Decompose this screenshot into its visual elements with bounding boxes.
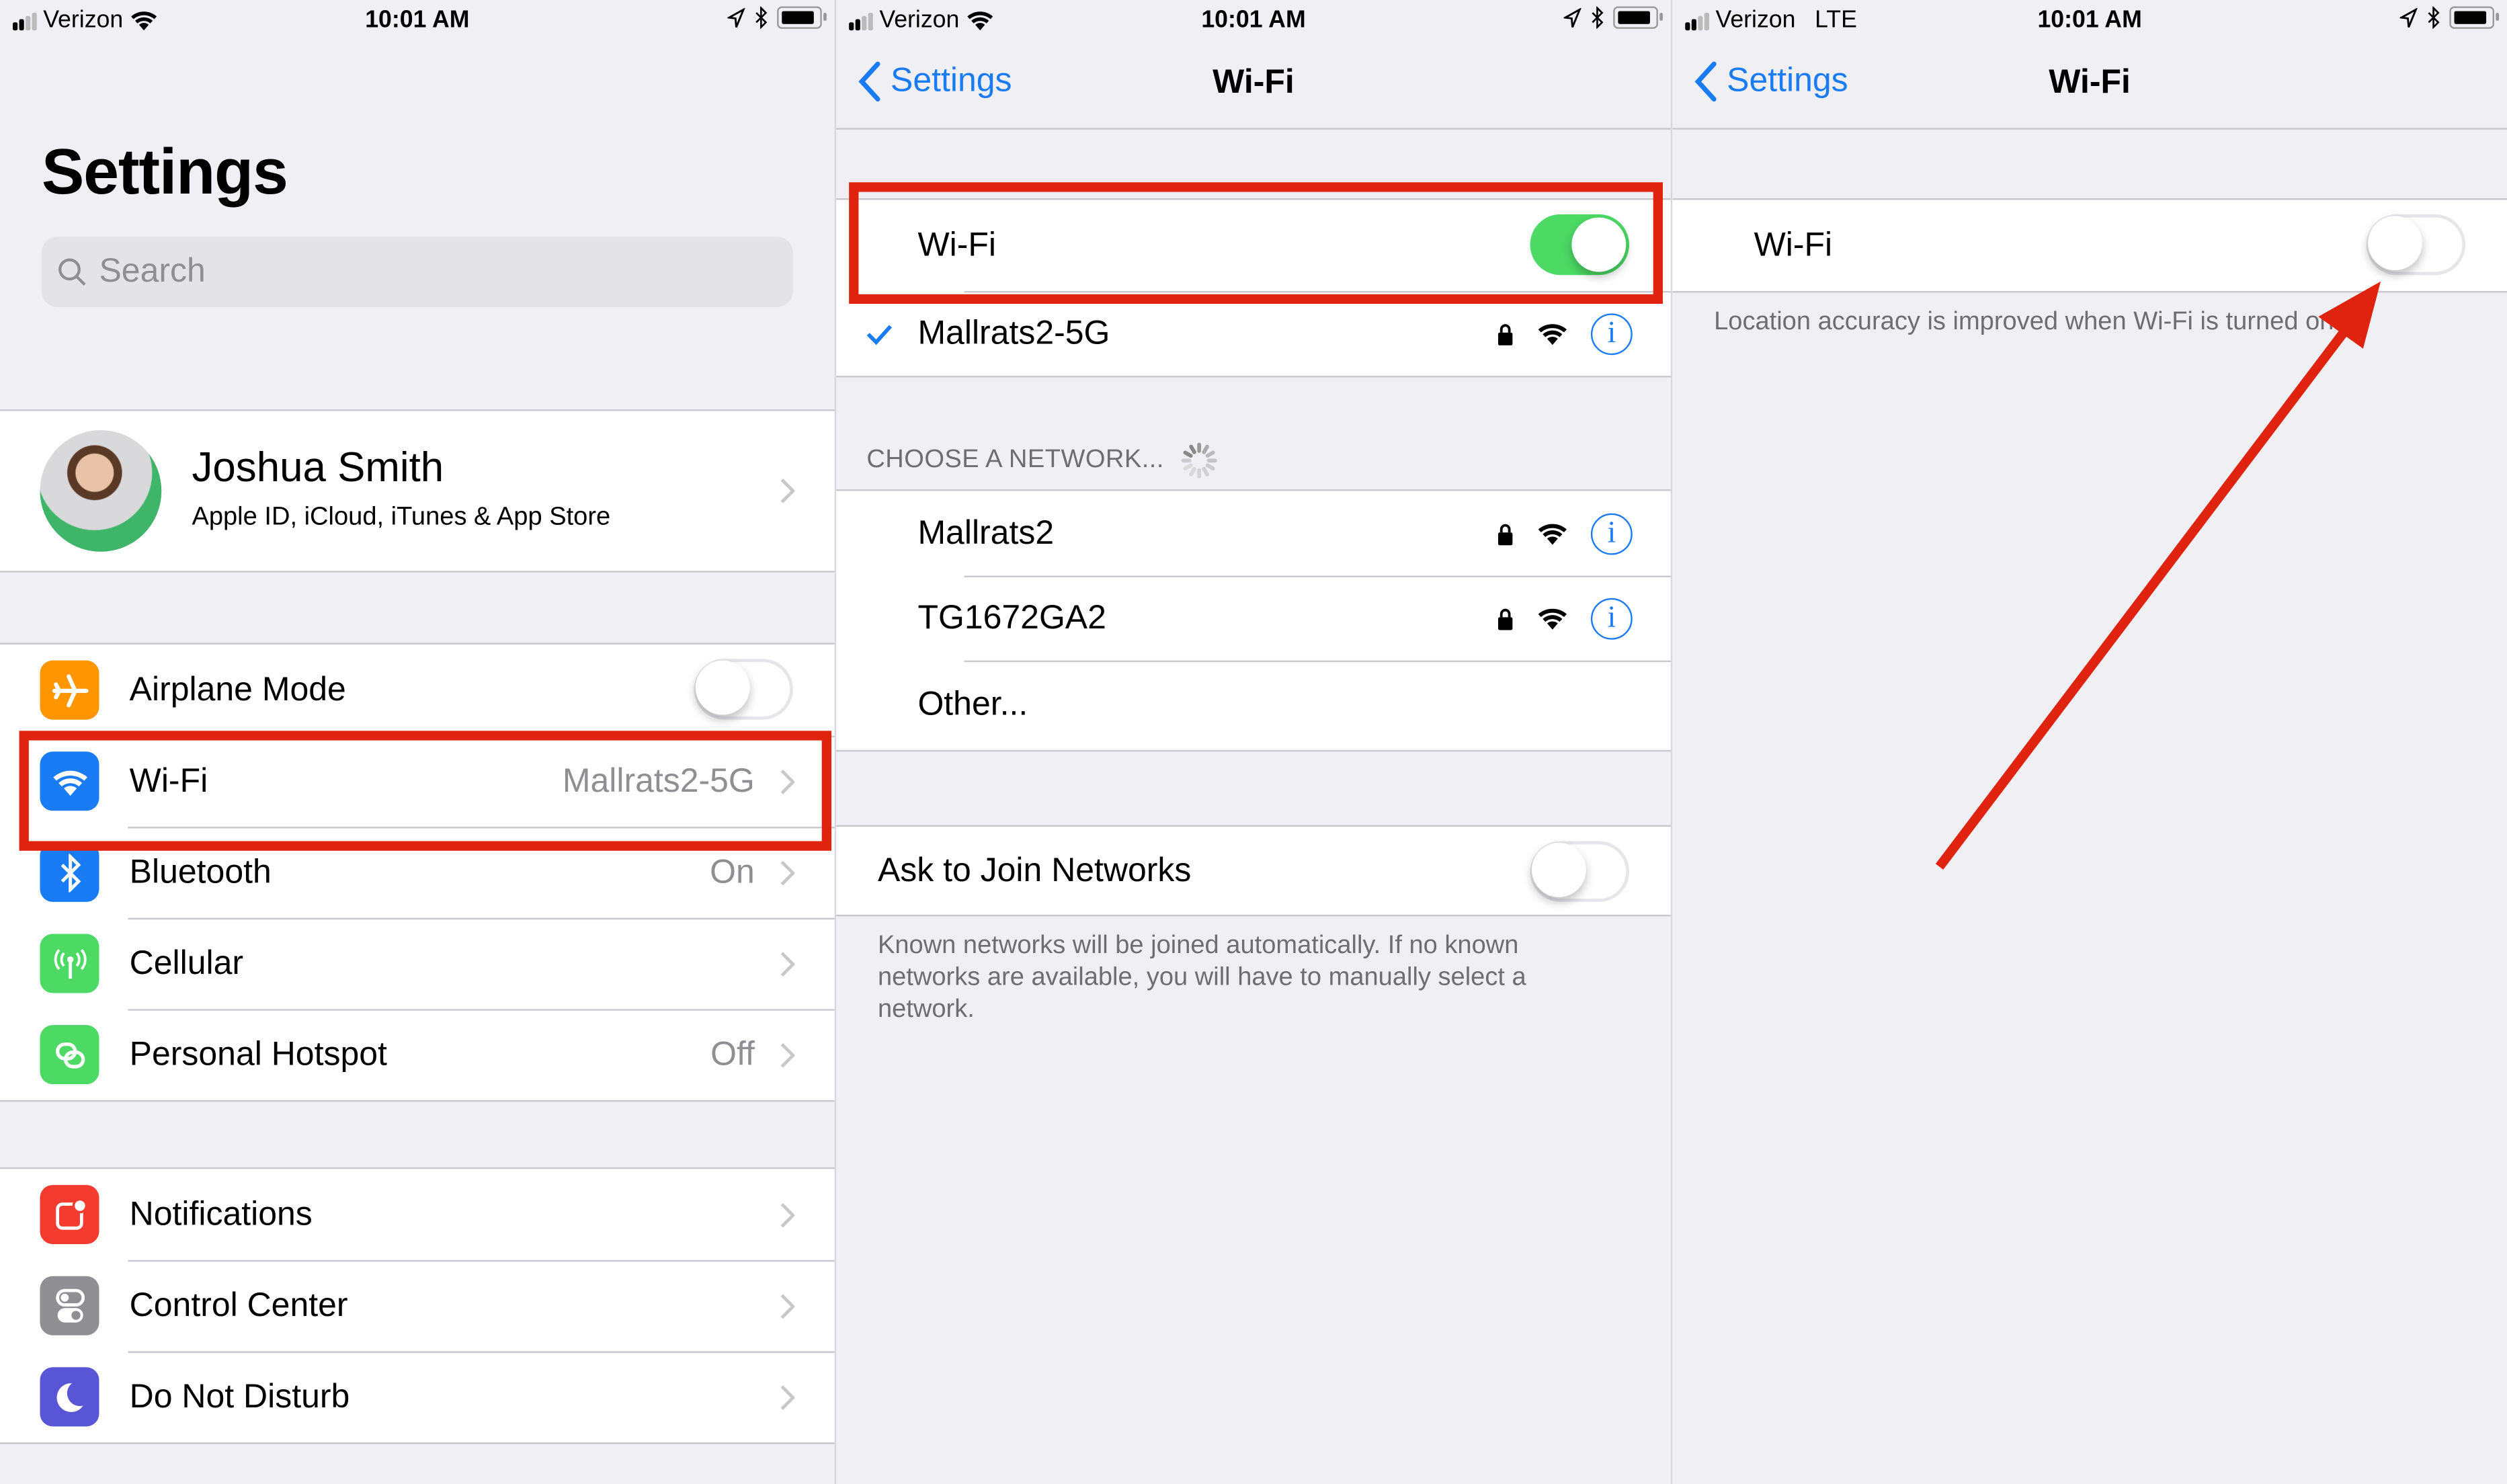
status-time: 10:01 AM: [1201, 6, 1306, 34]
navigation-bar: Settings Wi-Fi: [836, 42, 1671, 130]
status-bar: Verizon LTE 10:01 AM: [1672, 0, 2507, 42]
location-icon: [727, 7, 745, 27]
chevron-right-icon: [780, 860, 795, 885]
status-time: 10:01 AM: [365, 6, 470, 34]
row-label: Do Not Disturb: [129, 1377, 350, 1415]
bluetooth-status-icon: [755, 6, 768, 29]
battery-icon: [2449, 6, 2500, 29]
checkmark-icon: [866, 324, 893, 345]
battery-icon: [1613, 6, 1663, 29]
row-label: Notifications: [129, 1195, 313, 1233]
moon-icon: [40, 1367, 99, 1427]
lock-icon: [1497, 523, 1513, 545]
avatar: [40, 430, 162, 552]
settings-row-personal-hotspot[interactable]: Personal Hotspot Off: [0, 1009, 835, 1100]
apple-id-row[interactable]: Joshua Smith Apple ID, iCloud, iTunes & …: [0, 409, 835, 573]
status-time: 10:01 AM: [2037, 6, 2142, 34]
row-value: On: [710, 853, 755, 891]
chevron-right-icon: [780, 951, 795, 976]
lock-icon: [1497, 608, 1513, 630]
settings-row-notifications[interactable]: Notifications: [0, 1169, 835, 1260]
nav-title: Wi-Fi: [2049, 64, 2131, 101]
chevron-right-icon: [780, 1202, 795, 1227]
info-button[interactable]: i: [1590, 313, 1633, 355]
notifications-icon: [40, 1185, 99, 1245]
loading-spinner-icon: [1181, 442, 1217, 479]
profile-name: Joshua Smith: [192, 443, 444, 491]
wifi-row-highlight-box: [19, 731, 831, 851]
row-label: Bluetooth: [129, 853, 272, 891]
wifi-on-panel: Verizon 10:01 AM Settings Wi-Fi Wi-Fi Ma…: [836, 0, 1671, 1484]
status-bar: Verizon 10:01 AM: [0, 0, 835, 42]
info-button[interactable]: i: [1590, 597, 1633, 639]
network-list: Mallrats2 i TG1672GA2 i Other...: [836, 489, 1671, 752]
settings-row-cellular[interactable]: Cellular: [0, 917, 835, 1009]
chevron-right-icon: [780, 1384, 795, 1409]
status-bar: Verizon 10:01 AM: [836, 0, 1671, 42]
search-input[interactable]: Search: [41, 237, 793, 307]
other-network-row[interactable]: Other...: [836, 660, 1671, 750]
network-name: TG1672GA2: [917, 599, 1106, 636]
profile-subtitle: Apple ID, iCloud, iTunes & App Store: [192, 503, 611, 531]
wifi-toggle-row: Wi-Fi: [1672, 200, 2507, 291]
lock-icon: [1497, 323, 1513, 345]
chevron-right-icon: [780, 479, 795, 503]
info-button[interactable]: i: [1590, 512, 1633, 554]
row-label: Personal Hotspot: [129, 1035, 387, 1073]
connectivity-group: Airplane Mode Wi-Fi Mallrats2-5G Bluetoo…: [0, 643, 835, 1102]
ask-join-toggle[interactable]: [1530, 841, 1630, 902]
choose-network-header: CHOOSE A NETWORK...: [866, 442, 1218, 480]
ask-join-label: Ask to Join Networks: [877, 851, 1192, 889]
location-icon: [1563, 7, 1581, 27]
chevron-right-icon: [780, 1042, 795, 1067]
search-icon: [58, 258, 86, 286]
bluetooth-icon: [40, 842, 99, 902]
location-icon: [2399, 7, 2418, 27]
settings-row-airplane-mode: Airplane Mode: [0, 645, 835, 736]
control-center-icon: [40, 1276, 99, 1335]
airplane-icon: [40, 660, 99, 720]
nav-title: Wi-Fi: [1213, 64, 1294, 101]
wifi-signal-icon: [1538, 608, 1567, 630]
battery-icon: [777, 6, 827, 29]
antenna-icon: [40, 934, 99, 993]
wifi-off-panel: Verizon LTE 10:01 AM Settings Wi-Fi Wi-F…: [1672, 0, 2507, 1484]
section-header-label: CHOOSE A NETWORK...: [866, 446, 1164, 474]
network-name: Mallrats2: [917, 513, 1055, 551]
wifi-signal-icon: [1538, 324, 1567, 345]
search-placeholder: Search: [99, 252, 206, 290]
hotspot-icon: [40, 1025, 99, 1085]
row-label: Cellular: [129, 944, 244, 981]
settings-panel: Verizon 10:01 AM Settings Search Joshua …: [0, 0, 835, 1484]
row-label: Control Center: [129, 1286, 348, 1323]
screenshot-composite: Verizon 10:01 AM Settings Search Joshua …: [0, 0, 2507, 1484]
navigation-bar: Settings Wi-Fi: [1672, 42, 2507, 130]
wifi-toggle[interactable]: [2366, 214, 2466, 276]
ask-join-row: Ask to Join Networks: [836, 827, 1671, 915]
chevron-right-icon: [780, 1293, 795, 1319]
page-title: Settings: [41, 137, 288, 208]
network-row[interactable]: TG1672GA2 i: [836, 575, 1671, 661]
wifi-label: Wi-Fi: [1754, 226, 1833, 263]
wifi-group: Wi-Fi: [1672, 198, 2507, 293]
wifi-toggle-highlight-box: [849, 182, 1663, 304]
settings-row-do-not-disturb[interactable]: Do Not Disturb: [0, 1351, 835, 1443]
bluetooth-status-icon: [2428, 6, 2440, 29]
network-row[interactable]: Mallrats2 i: [836, 491, 1671, 575]
settings-row-control-center[interactable]: Control Center: [0, 1260, 835, 1352]
ask-join-footnote: Known networks will be joined automatica…: [877, 932, 1526, 1024]
row-label: Airplane Mode: [129, 671, 346, 708]
location-footnote: Location accuracy is improved when Wi-Fi…: [1714, 308, 2342, 336]
network-name: Mallrats2-5G: [917, 314, 1110, 352]
ask-join-group: Ask to Join Networks: [836, 825, 1671, 917]
wifi-signal-icon: [1538, 524, 1567, 545]
system-group: Notifications Control Center Do Not Dist…: [0, 1167, 835, 1444]
bluetooth-status-icon: [1592, 6, 1604, 29]
airplane-mode-toggle[interactable]: [694, 659, 793, 720]
row-value: Off: [710, 1035, 755, 1073]
other-label: Other...: [917, 686, 1028, 723]
